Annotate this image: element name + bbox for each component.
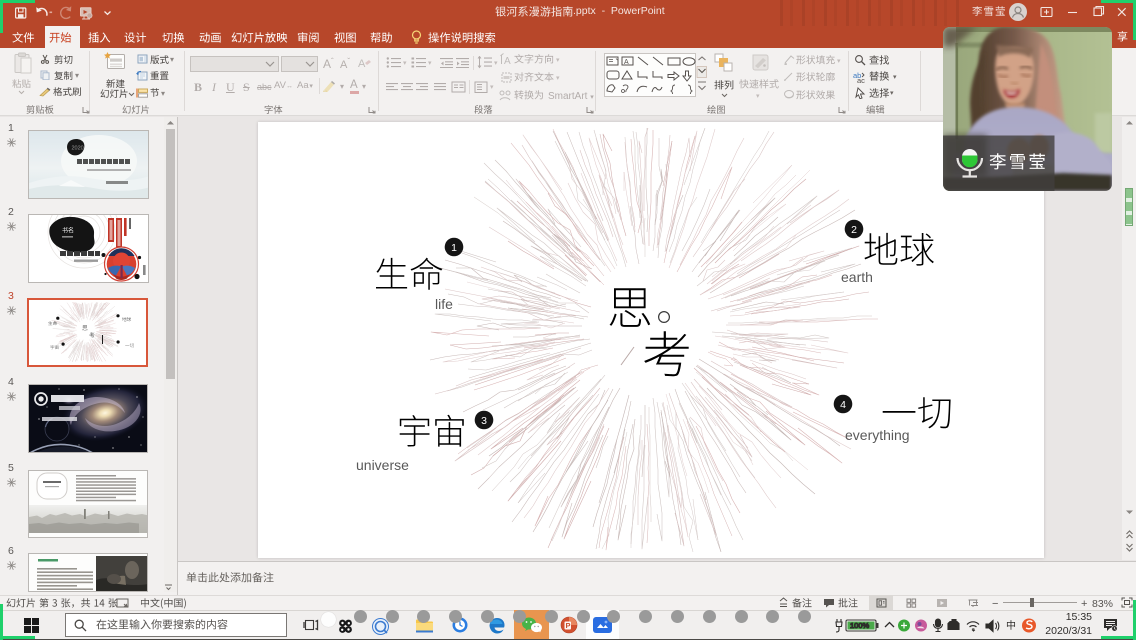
svg-text:2: 2 — [851, 224, 857, 236]
svg-text:ac: ac — [857, 76, 865, 83]
svg-text:A: A — [358, 58, 366, 69]
svg-text:100%: 100% — [850, 621, 870, 630]
svg-text:2020: 2020 — [71, 146, 83, 152]
svg-text:4: 4 — [840, 398, 846, 410]
svg-text:1: 1 — [451, 241, 457, 253]
svg-text:3: 3 — [481, 414, 487, 426]
svg-text:P: P — [566, 621, 571, 630]
svg-text:中: 中 — [1006, 619, 1016, 632]
svg-text:A: A — [624, 59, 629, 66]
svg-text:书名: 书名 — [62, 226, 74, 234]
svg-text:A: A — [504, 56, 511, 66]
